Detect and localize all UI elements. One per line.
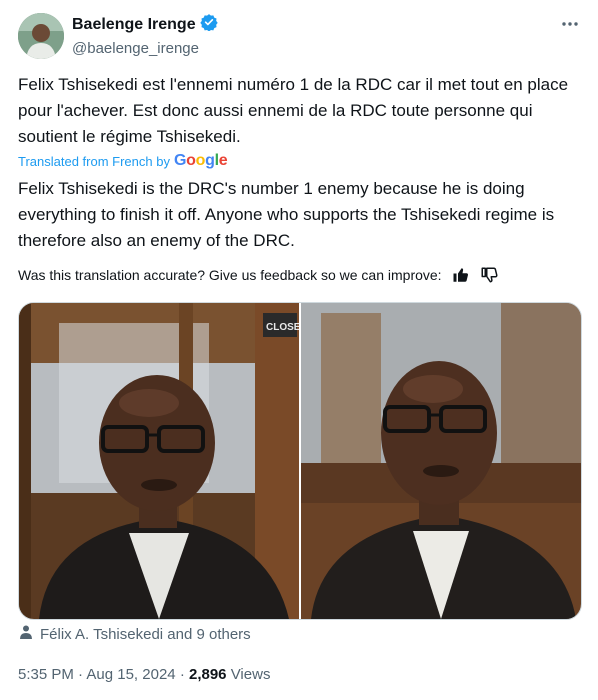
meta-separator: ·: [179, 666, 189, 683]
views-count: 2,896: [188, 666, 227, 683]
views-label: Views: [230, 666, 271, 683]
photo-2[interactable]: [301, 303, 581, 619]
media-grid: CLOSE: [18, 302, 582, 620]
translation-attribution[interactable]: Translated from French by Google: [18, 152, 228, 170]
verified-badge-icon: [199, 13, 218, 37]
post-meta: 5:35 PM · Aug 15, 2024 · 2,896 Views: [18, 666, 270, 683]
author-handle[interactable]: @baelenge_irenge: [72, 39, 218, 59]
feedback-prompt: Was this translation accurate? Give us f…: [18, 267, 442, 283]
post-original-text: Felix Tshisekedi est l'ennemi numéro 1 d…: [18, 75, 569, 146]
thumbs-up-icon[interactable]: [452, 266, 470, 284]
author-info: Baelenge Irenge @baelenge_irenge: [72, 13, 218, 59]
photo-1[interactable]: CLOSE: [19, 303, 299, 619]
post-translated-text: Felix Tshisekedi is the DRC's number 1 e…: [18, 179, 555, 250]
more-icon[interactable]: [560, 14, 580, 40]
avatar[interactable]: [18, 13, 64, 59]
tagged-users[interactable]: Félix A. Tshisekedi and 9 others: [18, 624, 251, 644]
photo-sign: CLOSE: [266, 322, 299, 333]
translated-by-label: Translated from French by: [18, 153, 170, 169]
avatar-image: [18, 13, 64, 59]
post-date[interactable]: Aug 15, 2024: [86, 666, 175, 683]
tagged-label: Félix A. Tshisekedi and 9 others: [40, 625, 251, 643]
author-name[interactable]: Baelenge Irenge: [72, 15, 196, 35]
thumbs-down-icon[interactable]: [480, 266, 498, 284]
google-logo: Google: [173, 152, 228, 169]
post-header: Baelenge Irenge @baelenge_irenge: [18, 12, 580, 60]
translation-feedback: Was this translation accurate? Give us f…: [18, 266, 498, 284]
person-icon: [18, 624, 34, 644]
post-time[interactable]: 5:35 PM: [18, 666, 74, 683]
